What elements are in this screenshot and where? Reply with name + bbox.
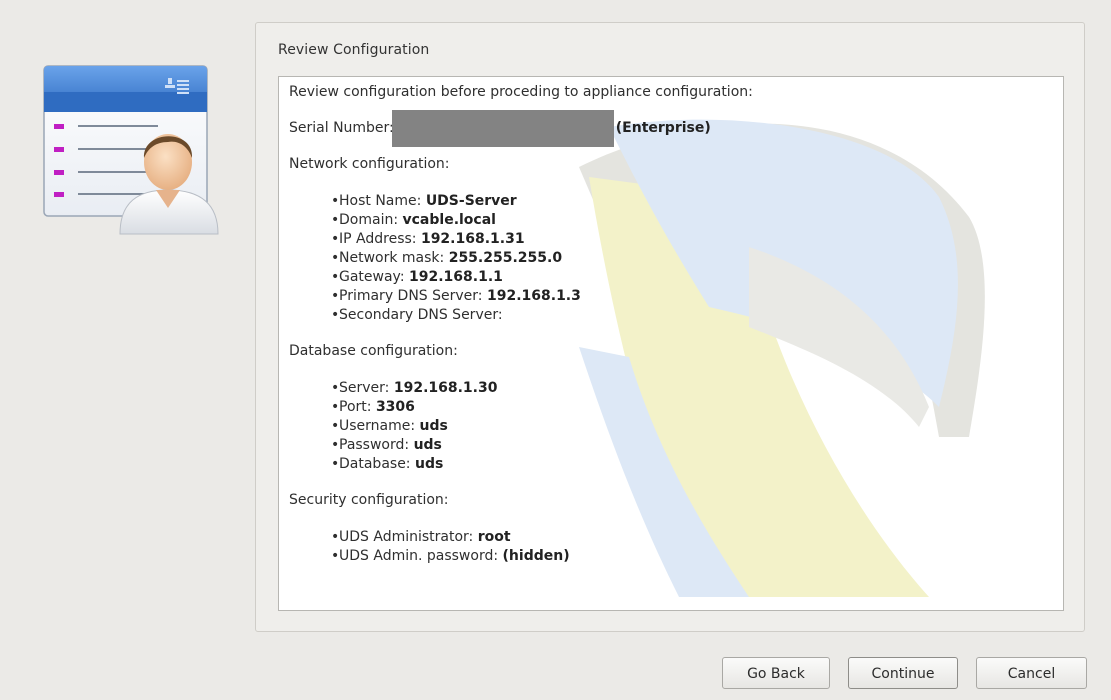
list-item: • Database: uds [331,456,444,472]
user-profile-card-icon [38,62,228,237]
list-item: • Port: 3306 [331,399,415,415]
database-list: • Server: 192.168.1.30 • Port: 3306 • Usern… [289,379,1053,474]
review-intro: Review configuration before proceding to… [289,84,753,100]
serial-edition: (Enterprise) [615,120,711,136]
list-item: • Domain: vcable.local [331,212,496,228]
list-item: • Host Name: UDS-Server [331,193,517,209]
cancel-button[interactable]: Cancel [976,657,1087,689]
review-configuration-group: Review Configuration Review configuratio… [255,22,1085,632]
network-list: • Host Name: UDS-Server • Domain: vcable.l… [289,192,1053,325]
serial-number-label: Serial Number: [289,120,394,136]
network-heading: Network configuration: [289,156,450,172]
list-item: • Password: uds [331,437,442,453]
list-item: • Network mask: 255.255.255.0 [331,250,563,266]
list-item: • Secondary DNS Server: [331,307,503,323]
security-heading: Security configuration: [289,492,449,508]
list-item: • Username: uds [331,418,448,434]
security-list: • UDS Administrator: root • UDS Admin. pas… [289,528,1053,566]
list-item: • IP Address: 192.168.1.31 [331,231,525,247]
list-item: • Gateway: 192.168.1.1 [331,269,503,285]
go-back-button[interactable]: Go Back [722,657,830,689]
list-item: • Primary DNS Server: 192.168.1.3 [331,288,581,304]
serial-number-line: Serial Number: (Enterprise) [289,109,1053,147]
serial-number-redacted [391,109,614,147]
list-item: • Server: 192.168.1.30 [331,380,498,396]
group-title: Review Configuration [278,42,430,58]
review-content: Review configuration before proceding to… [289,83,1053,583]
list-item: • UDS Administrator: root [331,529,511,545]
continue-button[interactable]: Continue [848,657,958,689]
dialog-button-row: Go Back Continue Cancel [0,657,1111,690]
database-heading: Database configuration: [289,343,458,359]
list-item: • UDS Admin. password: (hidden) [331,548,570,564]
review-panel: Review configuration before proceding to… [278,76,1064,611]
